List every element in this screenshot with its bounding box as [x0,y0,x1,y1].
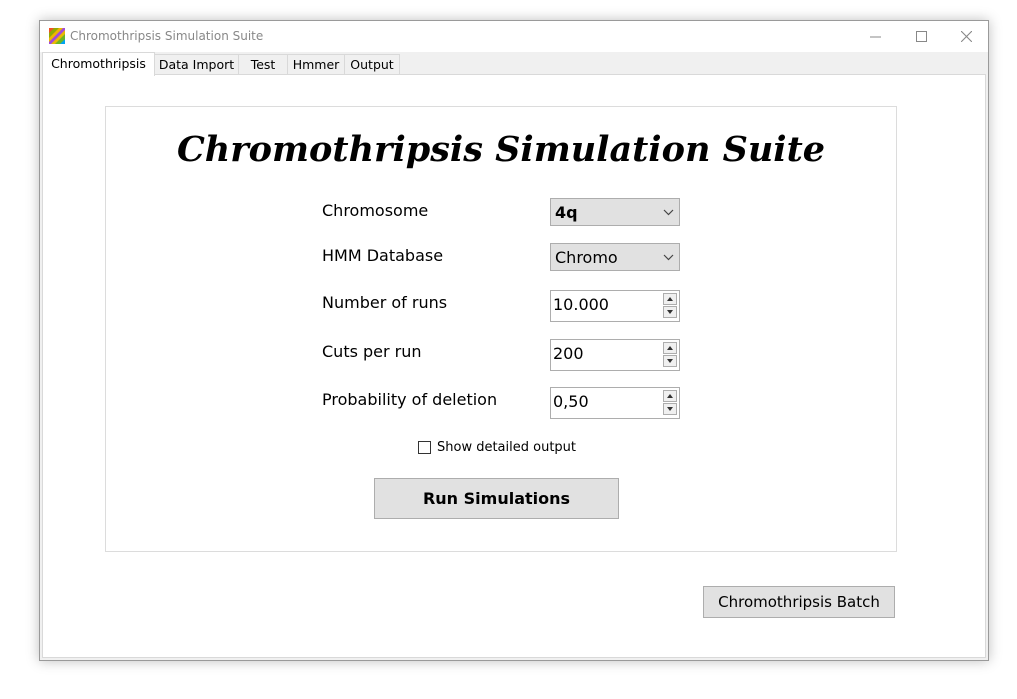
probability-of-deletion-value: 0,50 [553,392,589,411]
number-of-runs-value: 10.000 [553,295,609,314]
close-icon [960,31,972,42]
spin-down-button[interactable] [663,355,677,367]
arrow-down-icon [667,310,673,314]
hmm-database-label: HMM Database [322,246,444,265]
minimize-icon [869,36,881,38]
window-title: Chromothripsis Simulation Suite [70,29,264,43]
arrow-down-icon [667,359,673,363]
hmm-database-value: Chromo [555,248,618,267]
minimize-button[interactable] [852,21,898,52]
tab-data-import[interactable]: Data Import [154,54,239,74]
number-of-runs-label: Number of runs [322,293,448,312]
chromothripsis-batch-button[interactable]: Chromothripsis Batch [703,586,895,618]
probability-of-deletion-label: Probability of deletion [322,390,498,409]
chromosome-select[interactable]: 4q [550,198,680,226]
page-title: Chromothripsis Simulation Suite [176,129,826,170]
close-button[interactable] [943,21,989,52]
chromosome-value: 4q [555,203,578,222]
cuts-per-run-spinner[interactable]: 200 [550,339,680,371]
chevron-down-icon [663,209,674,216]
arrow-up-icon [667,346,673,350]
title-bar: Chromothripsis Simulation Suite [40,21,988,52]
tab-hmmer[interactable]: Hmmer [287,54,345,74]
tab-output[interactable]: Output [344,54,400,74]
simulation-frame: Chromothripsis Simulation Suite Chromoso… [105,106,897,552]
maximize-button[interactable] [898,21,944,52]
arrow-down-icon [667,407,673,411]
hmm-database-select[interactable]: Chromo [550,243,680,271]
tab-test[interactable]: Test [238,54,288,74]
spin-down-button[interactable] [663,306,677,318]
tab-chromothripsis[interactable]: Chromothripsis [42,52,155,76]
probability-of-deletion-spinner[interactable]: 0,50 [550,387,680,419]
arrow-up-icon [667,297,673,301]
tab-panel: Chromothripsis Simulation Suite Chromoso… [42,74,986,658]
detailed-output-checkbox[interactable] [418,441,431,454]
spin-up-button[interactable] [663,293,677,305]
maximize-icon [915,31,927,42]
spin-up-button[interactable] [663,342,677,354]
app-window: Chromothripsis Simulation Suite Chromoth… [39,20,989,661]
number-of-runs-spinner[interactable]: 10.000 [550,290,680,322]
tab-strip: Chromothripsis Data Import Test Hmmer Ou… [40,52,988,76]
detailed-output-label: Show detailed output [437,440,577,455]
run-simulations-button[interactable]: Run Simulations [374,478,619,519]
cuts-per-run-value: 200 [553,344,584,363]
spin-up-button[interactable] [663,390,677,402]
app-icon [49,28,65,44]
spin-down-button[interactable] [663,403,677,415]
cuts-per-run-label: Cuts per run [322,342,422,361]
chromosome-label: Chromosome [322,201,429,220]
arrow-up-icon [667,394,673,398]
chevron-down-icon [663,254,674,261]
